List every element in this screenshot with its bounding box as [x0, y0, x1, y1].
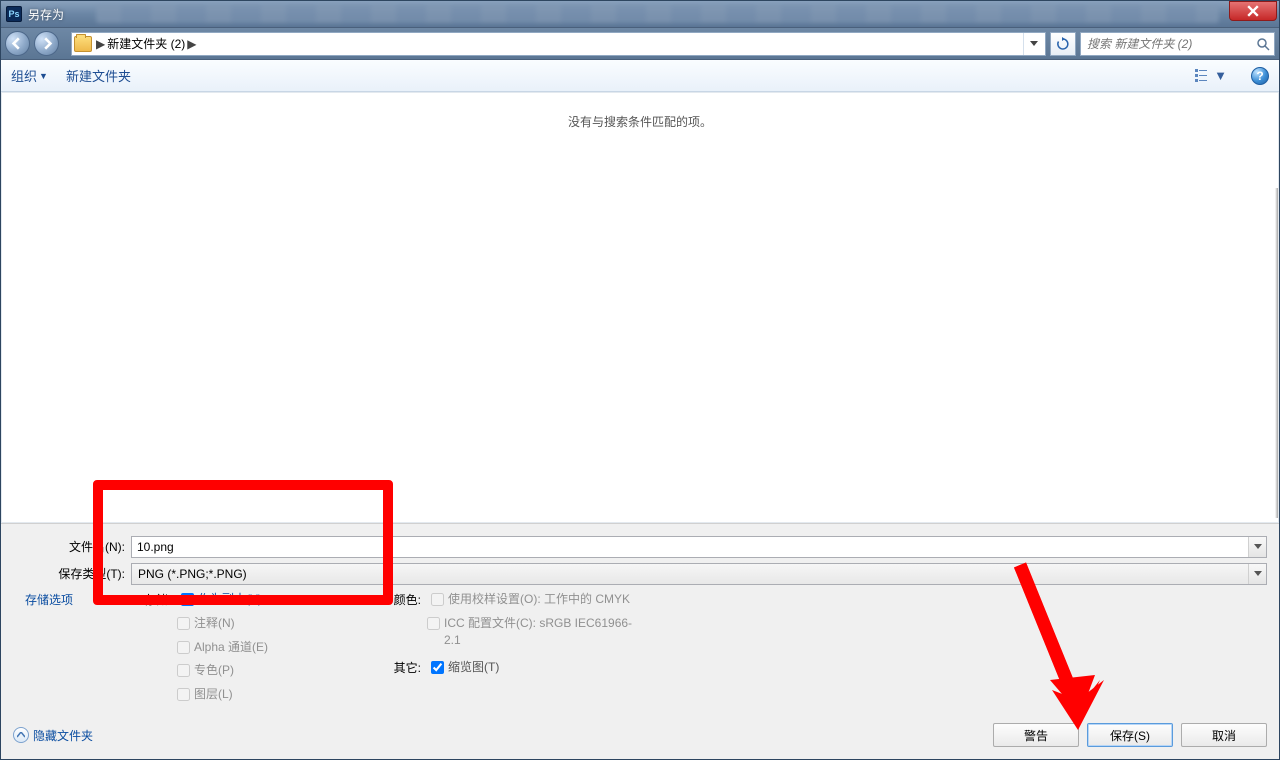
new-folder-label: 新建文件夹	[66, 66, 131, 85]
address-dropdown[interactable]	[1023, 33, 1043, 55]
titlebar-blur-region	[96, 5, 1219, 23]
arrow-left-icon	[11, 37, 24, 50]
cancel-button[interactable]: 取消	[1181, 723, 1267, 747]
close-button[interactable]	[1229, 1, 1277, 21]
filetype-row: 保存类型(T): PNG (*.PNG;*.PNG)	[13, 563, 1267, 585]
layers-checkbox: 图层(L)	[177, 686, 383, 703]
organize-menu[interactable]: 组织 ▼	[11, 66, 48, 85]
filename-row: 文件名(N):	[13, 536, 1267, 558]
annotation-input	[177, 617, 190, 630]
alpha-checkbox: Alpha 通道(E)	[177, 639, 383, 656]
pane-edge-shadow	[1275, 188, 1278, 518]
annotation-checkbox: 注释(N)	[177, 615, 383, 632]
dialog-footer: 隐藏文件夹 警告 保存(S) 取消	[1, 713, 1279, 759]
file-list-pane: 没有与搜索条件匹配的项。	[1, 92, 1279, 523]
navbar: ▶ 新建文件夹 (2) ▶	[1, 28, 1279, 60]
spot-checkbox: 专色(P)	[177, 662, 383, 679]
annotation-label: 注释(N)	[194, 615, 235, 632]
chevron-down-icon	[1030, 41, 1038, 47]
spot-label: 专色(P)	[194, 662, 234, 679]
filetype-value: PNG (*.PNG;*.PNG)	[138, 567, 247, 581]
forward-button[interactable]	[34, 31, 59, 56]
filename-label: 文件名(N):	[13, 538, 131, 555]
save-options-panel: 文件名(N): 保存类型(T): PNG (*.PNG;*.PNG)	[1, 523, 1279, 713]
save-button[interactable]: 保存(S)	[1087, 723, 1173, 747]
icc-checkbox: ICC 配置文件(C): sRGB IEC61966-2.1	[427, 615, 647, 649]
close-icon	[1247, 5, 1259, 17]
search-input[interactable]	[1085, 36, 1256, 52]
refresh-button[interactable]	[1050, 32, 1076, 56]
photoshop-app-icon: Ps	[6, 6, 22, 22]
thumbnail-input[interactable]	[431, 661, 444, 674]
chevron-right-icon: ▶	[187, 37, 196, 51]
hide-folders-label: 隐藏文件夹	[33, 727, 93, 744]
as-copy-label: 作为副本(Y)	[198, 591, 262, 608]
proof-label: 使用校样设置(O): 工作中的 CMYK	[448, 591, 630, 608]
layers-label: 图层(L)	[194, 686, 233, 703]
icc-input	[427, 617, 440, 630]
window-title: 另存为	[28, 6, 64, 23]
filename-input[interactable]	[131, 536, 1267, 558]
alpha-input	[177, 641, 190, 654]
breadcrumb[interactable]: ▶ 新建文件夹 (2) ▶	[96, 35, 196, 52]
refresh-icon	[1056, 37, 1070, 51]
storage-options-link[interactable]: 存储选项	[13, 591, 127, 608]
filetype-label: 保存类型(T):	[13, 565, 131, 582]
crumb-folder[interactable]: 新建文件夹 (2)	[107, 35, 185, 52]
chevron-down-icon: ▼	[39, 71, 48, 81]
save-options: 存储选项 存储: 作为副本(Y) 注释(N) Alpha 通道(E)	[13, 591, 1267, 703]
address-bar[interactable]: ▶ 新建文件夹 (2) ▶	[71, 32, 1046, 56]
organize-label: 组织	[11, 66, 37, 85]
titlebar: Ps 另存为	[1, 1, 1279, 28]
arrow-right-icon	[40, 37, 53, 50]
save-as-dialog: Ps 另存为 ▶ 新建文件夹 (2) ▶	[0, 0, 1280, 760]
empty-state-text: 没有与搜索条件匹配的项。	[2, 113, 1278, 130]
other-header-label: 其它:	[383, 659, 421, 676]
thumbnail-label: 缩览图(T)	[448, 659, 499, 676]
new-folder-button[interactable]: 新建文件夹	[66, 66, 131, 85]
alpha-label: Alpha 通道(E)	[194, 639, 268, 656]
save-header-label: 存储:	[133, 591, 171, 608]
folder-icon	[74, 36, 92, 52]
color-header-label: 颜色:	[383, 591, 421, 608]
chevron-right-icon: ▶	[96, 37, 105, 51]
hide-folders-toggle[interactable]: 隐藏文件夹	[13, 727, 93, 744]
filetype-select[interactable]: PNG (*.PNG;*.PNG)	[131, 563, 1267, 585]
toolbar: 组织 ▼ 新建文件夹 ▼ ?	[1, 60, 1279, 92]
warning-button[interactable]: 警告	[993, 723, 1079, 747]
as-copy-checkbox[interactable]: 作为副本(Y)	[181, 591, 262, 608]
spot-input	[177, 664, 190, 677]
chevron-down-icon: ▼	[1214, 68, 1227, 83]
view-mode-button[interactable]: ▼	[1189, 65, 1233, 86]
search-icon	[1256, 37, 1270, 51]
layers-input	[177, 688, 190, 701]
icc-label: ICC 配置文件(C): sRGB IEC61966-2.1	[444, 615, 647, 649]
views-icon	[1195, 69, 1211, 82]
help-button[interactable]: ?	[1251, 67, 1269, 85]
proof-input	[431, 593, 444, 606]
search-bar[interactable]	[1080, 32, 1275, 56]
back-button[interactable]	[5, 31, 30, 56]
as-copy-input[interactable]	[181, 593, 194, 606]
chevron-up-icon	[13, 727, 29, 743]
thumbnail-checkbox[interactable]: 缩览图(T)	[431, 659, 499, 676]
proof-checkbox: 使用校样设置(O): 工作中的 CMYK	[431, 591, 630, 608]
